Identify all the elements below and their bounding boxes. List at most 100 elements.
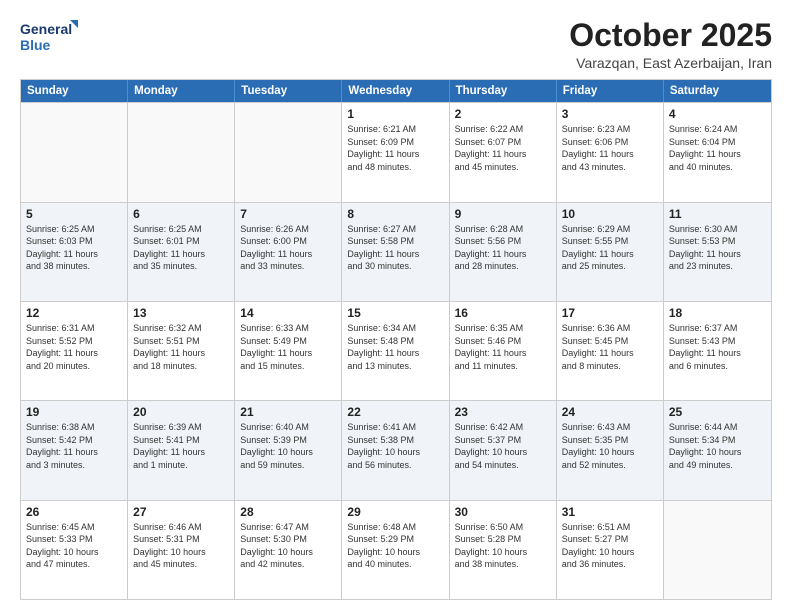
day-number: 9 [455,207,551,221]
calendar-cell: 7Sunrise: 6:26 AM Sunset: 6:00 PM Daylig… [235,203,342,301]
calendar-cell: 3 Sunrise: 6:23 AM Sunset: 6:06 PM Daylig… [557,103,664,201]
calendar-cell: 30 Sunrise: 6:50 AM Sunset: 5:28 PM Dayli… [450,501,557,599]
cell-info: Sunrise: 6:38 AM Sunset: 5:42 PM Dayligh… [26,421,122,471]
calendar-header-cell: Friday [557,80,664,102]
cell-info: Sunrise: 6:40 AM Sunset: 5:39 PM Dayligh… [240,421,336,471]
calendar-cell: 22 Sunrise: 6:41 AM Sunset: 5:38 PM Dayli… [342,401,449,499]
calendar-header-cell: Sunday [21,80,128,102]
cell-info: Sunrise: 6:48 AM Sunset: 5:29 PM Dayligh… [347,521,443,571]
day-number: 3 [562,107,658,121]
cell-info: Sunrise: 6:45 AM Sunset: 5:33 PM Dayligh… [26,521,122,571]
calendar-cell: 25Sunrise: 6:44 AM Sunset: 5:34 PM Dayli… [664,401,771,499]
day-number: 22 [347,405,443,419]
title-block: October 2025 Varazqan, East Azerbaijan, … [569,18,772,71]
calendar-header-cell: Wednesday [342,80,449,102]
calendar-cell: 24 Sunrise: 6:43 AM Sunset: 5:35 PM Dayli… [557,401,664,499]
page: General Blue October 2025 Varazqan, East… [0,0,792,612]
day-number: 28 [240,505,336,519]
cell-info: Sunrise: 6:30 AM Sunset: 5:53 PM Dayligh… [669,223,766,273]
cell-info: Sunrise: 6:31 AM Sunset: 5:52 PM Dayligh… [26,322,122,372]
day-number: 13 [133,306,229,320]
calendar-cell: 18Sunrise: 6:37 AM Sunset: 5:43 PM Dayli… [664,302,771,400]
day-number: 21 [240,405,336,419]
calendar-cell: 27Sunrise: 6:46 AM Sunset: 5:31 PM Dayli… [128,501,235,599]
cell-info: Sunrise: 6:32 AM Sunset: 5:51 PM Dayligh… [133,322,229,372]
calendar-cell: 4Sunrise: 6:24 AM Sunset: 6:04 PM Daylig… [664,103,771,201]
day-number: 20 [133,405,229,419]
header: General Blue October 2025 Varazqan, East… [20,18,772,71]
month-title: October 2025 [569,18,772,53]
calendar-cell: 10Sunrise: 6:29 AM Sunset: 5:55 PM Dayli… [557,203,664,301]
logo: General Blue [20,18,80,60]
calendar-cell: 29Sunrise: 6:48 AM Sunset: 5:29 PM Dayli… [342,501,449,599]
cell-info: Sunrise: 6:28 AM Sunset: 5:56 PM Dayligh… [455,223,551,273]
day-number: 30 [455,505,551,519]
calendar-cell: 17 Sunrise: 6:36 AM Sunset: 5:45 PM Dayli… [557,302,664,400]
day-number: 12 [26,306,122,320]
cell-info: Sunrise: 6:23 AM Sunset: 6:06 PM Dayligh… [562,123,658,173]
cell-info: Sunrise: 6:41 AM Sunset: 5:38 PM Dayligh… [347,421,443,471]
cell-info: Sunrise: 6:21 AM Sunset: 6:09 PM Dayligh… [347,123,443,173]
day-number: 2 [455,107,551,121]
cell-info: Sunrise: 6:22 AM Sunset: 6:07 PM Dayligh… [455,123,551,173]
calendar-cell: 16Sunrise: 6:35 AM Sunset: 5:46 PM Dayli… [450,302,557,400]
location-subtitle: Varazqan, East Azerbaijan, Iran [569,55,772,71]
cell-info: Sunrise: 6:27 AM Sunset: 5:58 PM Dayligh… [347,223,443,273]
calendar-body: 1 Sunrise: 6:21 AM Sunset: 6:09 PM Daylig… [21,102,771,599]
calendar-cell: 14 Sunrise: 6:33 AM Sunset: 5:49 PM Dayli… [235,302,342,400]
day-number: 14 [240,306,336,320]
cell-info: Sunrise: 6:34 AM Sunset: 5:48 PM Dayligh… [347,322,443,372]
calendar-row: 12 Sunrise: 6:31 AM Sunset: 5:52 PM Dayli… [21,301,771,400]
cell-info: Sunrise: 6:39 AM Sunset: 5:41 PM Dayligh… [133,421,229,471]
day-number: 18 [669,306,766,320]
cell-info: Sunrise: 6:24 AM Sunset: 6:04 PM Dayligh… [669,123,766,173]
cell-info: Sunrise: 6:43 AM Sunset: 5:35 PM Dayligh… [562,421,658,471]
calendar-header-cell: Tuesday [235,80,342,102]
calendar-header-cell: Thursday [450,80,557,102]
cell-info: Sunrise: 6:35 AM Sunset: 5:46 PM Dayligh… [455,322,551,372]
calendar-header-cell: Monday [128,80,235,102]
logo-svg: General Blue [20,18,80,60]
calendar-row: 5 Sunrise: 6:25 AM Sunset: 6:03 PM Daylig… [21,202,771,301]
calendar-cell: 12 Sunrise: 6:31 AM Sunset: 5:52 PM Dayli… [21,302,128,400]
calendar-row: 1 Sunrise: 6:21 AM Sunset: 6:09 PM Daylig… [21,102,771,201]
day-number: 1 [347,107,443,121]
calendar-cell [664,501,771,599]
day-number: 31 [562,505,658,519]
cell-info: Sunrise: 6:46 AM Sunset: 5:31 PM Dayligh… [133,521,229,571]
cell-info: Sunrise: 6:25 AM Sunset: 6:03 PM Dayligh… [26,223,122,273]
calendar-cell: 20 Sunrise: 6:39 AM Sunset: 5:41 PM Dayli… [128,401,235,499]
calendar-cell [235,103,342,201]
calendar-cell: 13 Sunrise: 6:32 AM Sunset: 5:51 PM Dayli… [128,302,235,400]
calendar-cell: 9 Sunrise: 6:28 AM Sunset: 5:56 PM Daylig… [450,203,557,301]
cell-info: Sunrise: 6:33 AM Sunset: 5:49 PM Dayligh… [240,322,336,372]
calendar-cell: 19 Sunrise: 6:38 AM Sunset: 5:42 PM Dayli… [21,401,128,499]
calendar-header-cell: Saturday [664,80,771,102]
calendar-cell [21,103,128,201]
cell-info: Sunrise: 6:36 AM Sunset: 5:45 PM Dayligh… [562,322,658,372]
calendar: SundayMondayTuesdayWednesdayThursdayFrid… [20,79,772,600]
calendar-cell: 2 Sunrise: 6:22 AM Sunset: 6:07 PM Daylig… [450,103,557,201]
day-number: 8 [347,207,443,221]
day-number: 6 [133,207,229,221]
day-number: 5 [26,207,122,221]
calendar-cell: 6Sunrise: 6:25 AM Sunset: 6:01 PM Daylig… [128,203,235,301]
calendar-cell: 1 Sunrise: 6:21 AM Sunset: 6:09 PM Daylig… [342,103,449,201]
day-number: 17 [562,306,658,320]
calendar-row: 19 Sunrise: 6:38 AM Sunset: 5:42 PM Dayli… [21,400,771,499]
svg-text:General: General [20,21,72,37]
calendar-cell: 8 Sunrise: 6:27 AM Sunset: 5:58 PM Daylig… [342,203,449,301]
calendar-cell [128,103,235,201]
day-number: 24 [562,405,658,419]
calendar-header-row: SundayMondayTuesdayWednesdayThursdayFrid… [21,80,771,102]
calendar-cell: 5 Sunrise: 6:25 AM Sunset: 6:03 PM Daylig… [21,203,128,301]
calendar-cell: 21 Sunrise: 6:40 AM Sunset: 5:39 PM Dayli… [235,401,342,499]
day-number: 19 [26,405,122,419]
svg-text:Blue: Blue [20,37,51,53]
calendar-cell: 31Sunrise: 6:51 AM Sunset: 5:27 PM Dayli… [557,501,664,599]
cell-info: Sunrise: 6:50 AM Sunset: 5:28 PM Dayligh… [455,521,551,571]
cell-info: Sunrise: 6:42 AM Sunset: 5:37 PM Dayligh… [455,421,551,471]
cell-info: Sunrise: 6:47 AM Sunset: 5:30 PM Dayligh… [240,521,336,571]
cell-info: Sunrise: 6:44 AM Sunset: 5:34 PM Dayligh… [669,421,766,471]
day-number: 7 [240,207,336,221]
